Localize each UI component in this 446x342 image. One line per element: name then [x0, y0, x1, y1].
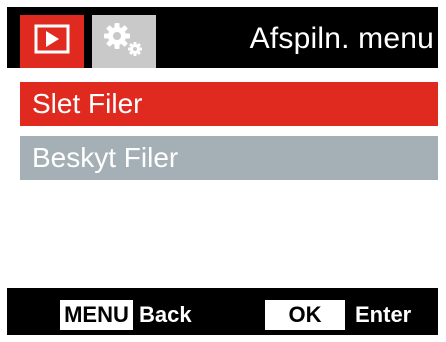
- top-bar: Afspiln. menu: [7, 7, 438, 68]
- menu-list: Slet Filer Beskyt Filer: [7, 68, 438, 288]
- menu-item-slet-filer[interactable]: Slet Filer: [20, 82, 438, 126]
- menu-item-beskyt-filer[interactable]: Beskyt Filer: [20, 136, 438, 180]
- playback-icon: [34, 24, 70, 59]
- menu-key[interactable]: MENU: [60, 300, 133, 330]
- ok-key[interactable]: OK: [265, 300, 345, 330]
- tab-playback[interactable]: [20, 15, 84, 68]
- bottom-bar: MENU Back OK Enter: [7, 288, 438, 335]
- menu-title: Afspiln. menu: [249, 22, 434, 55]
- settings-gears-icon: [100, 19, 148, 64]
- back-label: Back: [139, 302, 192, 327]
- tab-settings[interactable]: [92, 15, 156, 68]
- enter-label: Enter: [355, 302, 412, 327]
- camera-screen: Afspiln. menu Slet Filer Beskyt Filer ME…: [7, 7, 438, 335]
